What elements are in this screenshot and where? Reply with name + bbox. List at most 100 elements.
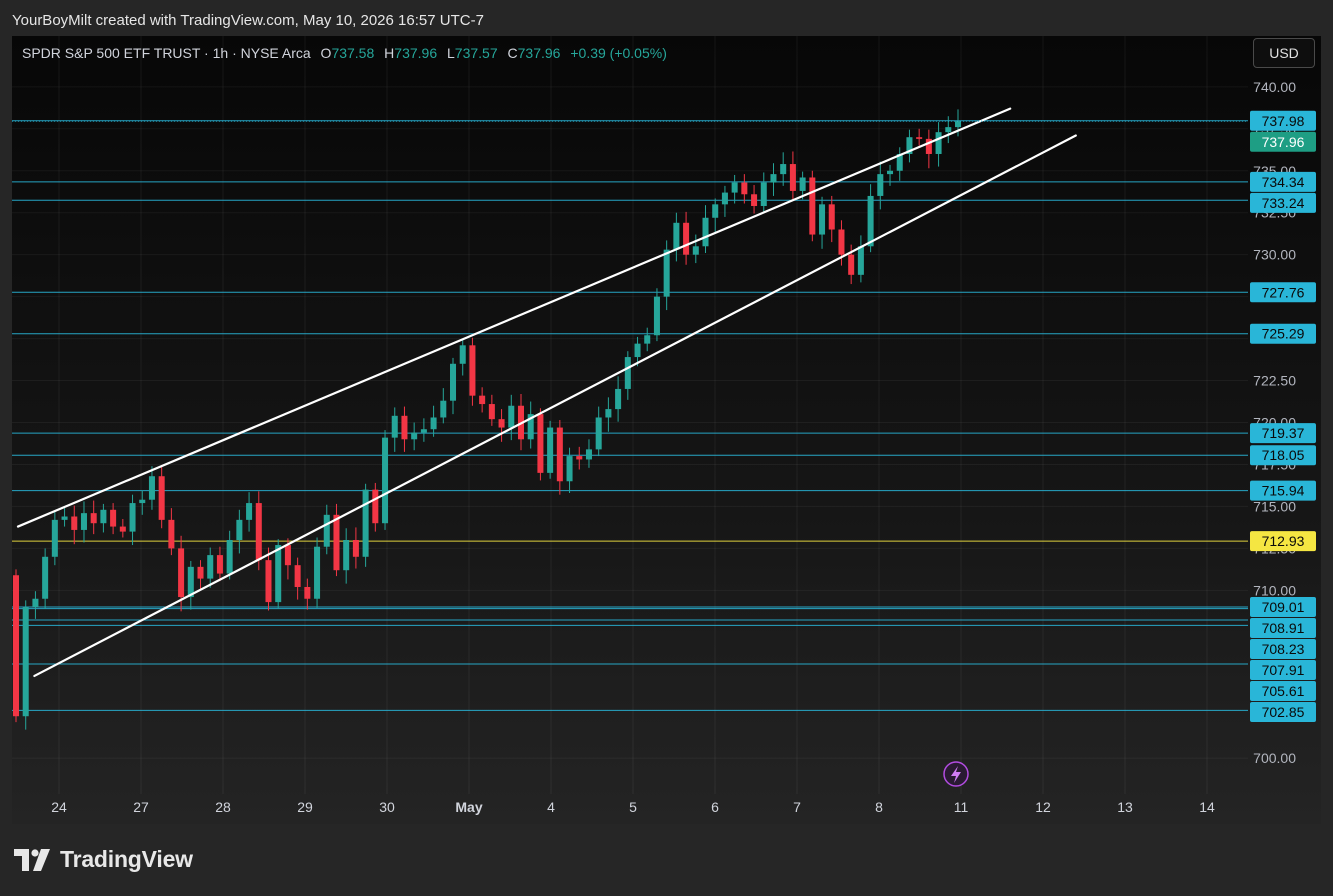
candle-body xyxy=(741,182,748,195)
candle-body xyxy=(585,449,592,460)
candle-body xyxy=(537,414,544,473)
candle-body xyxy=(12,575,20,717)
candle-body xyxy=(867,195,874,247)
y-axis-tick-label: 710.00 xyxy=(1253,582,1296,598)
price-level-badge[interactable]: 702.85 xyxy=(1250,701,1316,722)
high-label: H xyxy=(384,45,395,61)
x-axis-tick-label: 11 xyxy=(954,799,969,815)
candle-body xyxy=(382,437,389,524)
candle-body xyxy=(449,363,457,401)
candle-body xyxy=(168,519,175,549)
candle-body xyxy=(90,513,97,524)
trend-line xyxy=(16,107,1012,528)
candle-body xyxy=(42,556,49,599)
lightning-icon[interactable] xyxy=(943,761,969,787)
candle-body xyxy=(80,513,87,530)
high-value: 737.96 xyxy=(394,45,438,61)
price-level-badge[interactable]: 734.34 xyxy=(1250,171,1316,192)
candle-body xyxy=(673,222,680,250)
candle-body xyxy=(954,121,962,128)
candle-body xyxy=(857,246,864,275)
candle-body xyxy=(751,194,758,207)
x-axis-tick-label: 27 xyxy=(133,799,149,815)
candle-body xyxy=(887,170,894,175)
candle-body xyxy=(702,217,709,247)
candle-body xyxy=(498,419,505,428)
candle-body xyxy=(100,509,107,524)
badge-value: 733.24 xyxy=(1262,195,1305,211)
badge-value: 705.61 xyxy=(1262,683,1305,699)
candle-body xyxy=(139,499,146,504)
candle-body xyxy=(158,476,165,520)
candle-body xyxy=(284,545,291,566)
price-level-badge[interactable]: 725.29 xyxy=(1250,323,1316,344)
candle-body xyxy=(294,565,301,587)
candle-body xyxy=(770,174,777,183)
ohlc-legend: SPDR S&P 500 ETF TRUST · 1h · NYSE Arca … xyxy=(22,45,667,61)
price-level-badge[interactable]: 727.76 xyxy=(1250,282,1316,303)
price-level-badge[interactable]: 715.94 xyxy=(1250,480,1316,501)
candle-body xyxy=(275,545,282,603)
candle-body xyxy=(420,429,427,433)
candle-body xyxy=(178,548,185,598)
candle-body xyxy=(391,415,398,438)
price-level-badge[interactable]: 737.98 xyxy=(1250,110,1316,131)
open-value: 737.58 xyxy=(331,45,375,61)
candle-body xyxy=(352,540,359,557)
tradingview-logo[interactable]: TradingView xyxy=(14,846,193,873)
x-axis-tick-label: 4 xyxy=(547,799,555,815)
candle-body xyxy=(556,427,563,482)
candle-body xyxy=(721,192,728,205)
candle-body xyxy=(148,476,155,500)
price-level-badge[interactable]: 733.24 xyxy=(1250,192,1316,213)
candle-body xyxy=(877,174,884,196)
candle-body xyxy=(848,254,855,275)
candle-body xyxy=(916,137,923,139)
y-axis-tick-label: 730.00 xyxy=(1253,247,1296,263)
candle-body xyxy=(323,514,330,547)
price-level-badge[interactable]: 712.93 xyxy=(1250,531,1316,552)
candle-body xyxy=(71,516,78,530)
low-label: L xyxy=(447,45,455,61)
candle-body xyxy=(459,345,466,364)
badge-value: 725.29 xyxy=(1262,326,1305,342)
price-level-badge[interactable]: 719.37 xyxy=(1250,423,1316,444)
x-axis-tick-label: 30 xyxy=(379,799,395,815)
badge-value: 734.34 xyxy=(1262,174,1305,190)
price-level-badge[interactable]: 705.61 xyxy=(1250,680,1316,701)
candle-body xyxy=(411,432,418,440)
candle-body xyxy=(653,296,660,336)
candle-body xyxy=(61,516,68,520)
badge-value: 702.85 xyxy=(1262,704,1305,720)
candle-body xyxy=(333,514,340,571)
x-axis-tick-label: 28 xyxy=(215,799,231,815)
price-level-badge[interactable]: 718.05 xyxy=(1250,445,1316,466)
candle-body xyxy=(265,560,272,603)
candle-body xyxy=(430,417,437,430)
trend-line xyxy=(33,134,1077,678)
price-level-badge[interactable]: 708.23 xyxy=(1250,638,1316,659)
candle-body xyxy=(22,607,29,717)
price-level-badge[interactable]: 708.91 xyxy=(1250,617,1316,638)
y-axis-tick-label: 740.00 xyxy=(1253,79,1296,95)
candle-body xyxy=(731,182,738,193)
candle-body xyxy=(314,546,321,599)
candle-body xyxy=(547,427,554,473)
candle-body xyxy=(576,456,583,460)
currency-button[interactable]: USD xyxy=(1253,38,1315,68)
x-axis-tick-label: May xyxy=(455,799,482,815)
badge-value: 708.91 xyxy=(1262,620,1305,636)
attribution-text: YourBoyMilt created with TradingView.com… xyxy=(12,12,484,29)
candle-body xyxy=(780,164,787,175)
close-label: C xyxy=(507,45,518,61)
price-chart[interactable]: 740.00737.50735.00732.50730.00727.50725.… xyxy=(12,36,1321,824)
price-level-badge[interactable]: 709.01 xyxy=(1250,596,1316,617)
current-price-badge[interactable]: 737.96 xyxy=(1250,131,1316,152)
candle-body xyxy=(935,132,942,154)
candle-body xyxy=(304,586,311,599)
candle-body xyxy=(838,229,845,255)
y-axis-tick-label: 722.50 xyxy=(1253,373,1296,389)
price-level-badge[interactable]: 707.91 xyxy=(1250,659,1316,680)
candle-body xyxy=(129,503,136,532)
chart-panel[interactable]: 740.00737.50735.00732.50730.00727.50725.… xyxy=(12,36,1321,824)
